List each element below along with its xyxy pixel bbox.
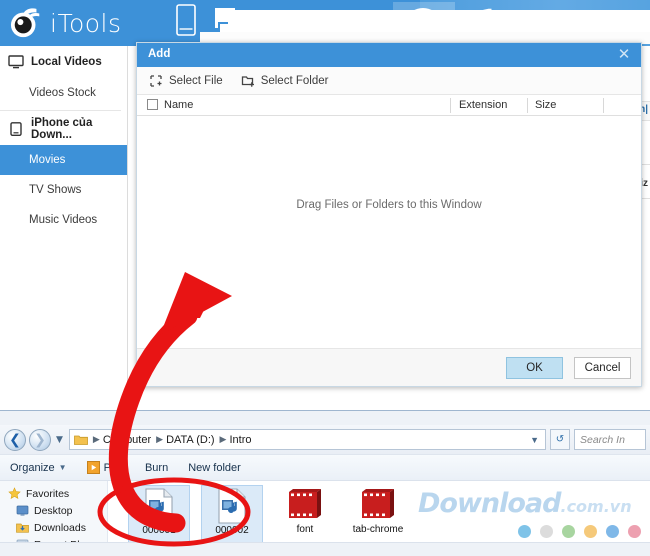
drop-hint-text: Drag Files or Folders to this Window: [296, 199, 482, 211]
breadcrumb-data-drive[interactable]: DATA (D:): [166, 434, 214, 446]
phone-icon: [10, 122, 22, 136]
sidebar-group-label: Local Videos: [31, 56, 102, 68]
ok-button[interactable]: OK: [506, 357, 563, 379]
itools-wordmark: iTools: [50, 8, 122, 38]
sidebar-item-label: Music Videos: [29, 214, 98, 226]
list-item[interactable]: 000001: [128, 485, 190, 545]
sidebar-item-label: Desktop: [34, 504, 73, 517]
sidebar-item-label: Favorites: [26, 487, 70, 500]
column-header-size[interactable]: Size: [535, 99, 556, 111]
new-folder-button[interactable]: New folder: [178, 455, 251, 481]
film-strip-icon: [289, 489, 321, 518]
breadcrumb-computer[interactable]: Computer: [103, 434, 151, 446]
star-icon: [8, 487, 21, 500]
toolbar-label: Play: [103, 461, 125, 474]
sidebar-group-local-videos[interactable]: Local Videos: [0, 46, 127, 78]
sidebar-item-label: Movies: [29, 154, 66, 166]
breadcrumb-separator: ▶: [156, 434, 164, 444]
toolbar-label: Select Folder: [260, 74, 329, 87]
explorer-navigation-bar: ❮ ❯ ▼ ▶ Computer ▶ DATA (D:) ▶ Intro ▼ ↺…: [0, 425, 650, 455]
cancel-button[interactable]: Cancel: [574, 357, 631, 379]
dialog-column-header: Name Extension Size: [137, 95, 641, 116]
sidebar-item-desktop[interactable]: Desktop: [0, 502, 107, 519]
organize-button[interactable]: Organize ▼: [0, 455, 77, 481]
toolbar-label: Burn: [144, 461, 169, 474]
address-bar[interactable]: ▶ Computer ▶ DATA (D:) ▶ Intro ▼: [68, 429, 546, 450]
file-name: tab-chrome: [352, 524, 404, 535]
file-name: font: [296, 524, 314, 535]
dialog-toolbar: Select File Select Folder: [137, 67, 641, 95]
list-item[interactable]: tab-chrome: [347, 485, 409, 545]
explorer-toolbar: Organize ▼ Play Burn New folder: [0, 455, 650, 481]
downloads-icon: [16, 523, 29, 533]
column-header-extension[interactable]: Extension: [459, 99, 507, 111]
monitor-icon: [8, 55, 24, 69]
media-file-icon: [218, 488, 246, 524]
dialog-drop-area[interactable]: Drag Files or Folders to this Window: [137, 117, 641, 351]
back-arrow-icon[interactable]: ❮: [4, 428, 26, 451]
sidebar-item-movies[interactable]: Movies: [0, 145, 127, 175]
file-name: 000002: [215, 525, 249, 536]
itools-titlebar: iTools 1: [0, 0, 650, 46]
dialog-footer: OK Cancel: [137, 348, 641, 386]
play-icon: [86, 461, 100, 474]
sidebar-group-label: iPhone của Down...: [31, 117, 93, 141]
itools-window: iTools 1 Local Videos: [0, 0, 650, 410]
play-button[interactable]: Play: [77, 455, 135, 481]
select-folder-button[interactable]: Select Folder: [241, 74, 329, 88]
column-divider[interactable]: [527, 98, 528, 113]
sidebar-item-label: Videos Stock: [29, 87, 96, 99]
add-dialog: Add ✕ Select File Select Folder Name Ext…: [136, 42, 642, 387]
sidebar-item-videos-stock[interactable]: Videos Stock: [0, 78, 127, 108]
breadcrumb-separator: ▶: [92, 434, 100, 444]
column-divider[interactable]: [603, 98, 604, 113]
burn-button[interactable]: Burn: [135, 455, 178, 481]
toolbar-label: Organize: [10, 461, 55, 474]
sidebar-group-iphone[interactable]: iPhone của Down...: [0, 113, 127, 145]
dialog-title: Add: [148, 48, 171, 60]
phone-icon: [176, 4, 196, 36]
sidebar-divider: [0, 110, 121, 111]
select-folder-icon: [241, 75, 254, 87]
sidebar-item-favorites[interactable]: Favorites: [0, 485, 107, 502]
explorer-window: ❮ ❯ ▼ ▶ Computer ▶ DATA (D:) ▶ Intro ▼ ↺…: [0, 410, 650, 556]
search-input[interactable]: Search In: [574, 429, 646, 450]
itools-logo: iTools: [8, 4, 148, 42]
select-file-icon: [150, 74, 162, 87]
list-item[interactable]: 000002: [201, 485, 263, 545]
file-name: 000001: [142, 525, 176, 536]
breadcrumb-intro[interactable]: Intro: [229, 434, 251, 446]
sidebar-item-label: TV Shows: [29, 184, 82, 196]
folder-icon: [74, 435, 88, 445]
sidebar-item-music-videos[interactable]: Music Videos: [0, 205, 127, 235]
chevron-down-icon: ▼: [58, 463, 67, 472]
breadcrumb-separator: ▶: [219, 434, 227, 444]
explorer-top-gap: [0, 411, 650, 425]
column-header-name[interactable]: Name: [164, 99, 193, 111]
media-file-icon: [145, 488, 173, 524]
itools-sidebar: Local Videos Videos Stock iPhone của Dow…: [0, 46, 128, 410]
itools-eye-logo: [10, 8, 40, 38]
list-item[interactable]: font: [274, 485, 336, 545]
select-file-button[interactable]: Select File: [149, 74, 223, 88]
sidebar-item-label: Downloads: [34, 521, 86, 534]
desktop-icon: [16, 505, 29, 516]
close-icon[interactable]: ✕: [615, 45, 633, 63]
sidebar-item-tv-shows[interactable]: TV Shows: [0, 175, 127, 205]
dialog-titlebar: Add ✕: [137, 43, 641, 67]
chevron-down-icon[interactable]: ▼: [530, 435, 539, 445]
forward-arrow-icon[interactable]: ❯: [29, 428, 51, 451]
toolbar-label: New folder: [188, 461, 241, 474]
explorer-status-bar: [0, 542, 650, 556]
screenshot-root: iTools 1 Local Videos: [0, 0, 650, 556]
toolbar-label: Select File: [169, 74, 223, 87]
recent-pages-icon[interactable]: ▼: [56, 435, 63, 445]
sidebar-item-downloads[interactable]: Downloads: [0, 519, 107, 536]
search-placeholder: Search In: [580, 433, 625, 446]
select-all-checkbox[interactable]: [147, 99, 158, 110]
refresh-icon[interactable]: ↺: [550, 429, 570, 450]
film-strip-icon: [362, 489, 394, 518]
column-divider[interactable]: [450, 98, 451, 113]
